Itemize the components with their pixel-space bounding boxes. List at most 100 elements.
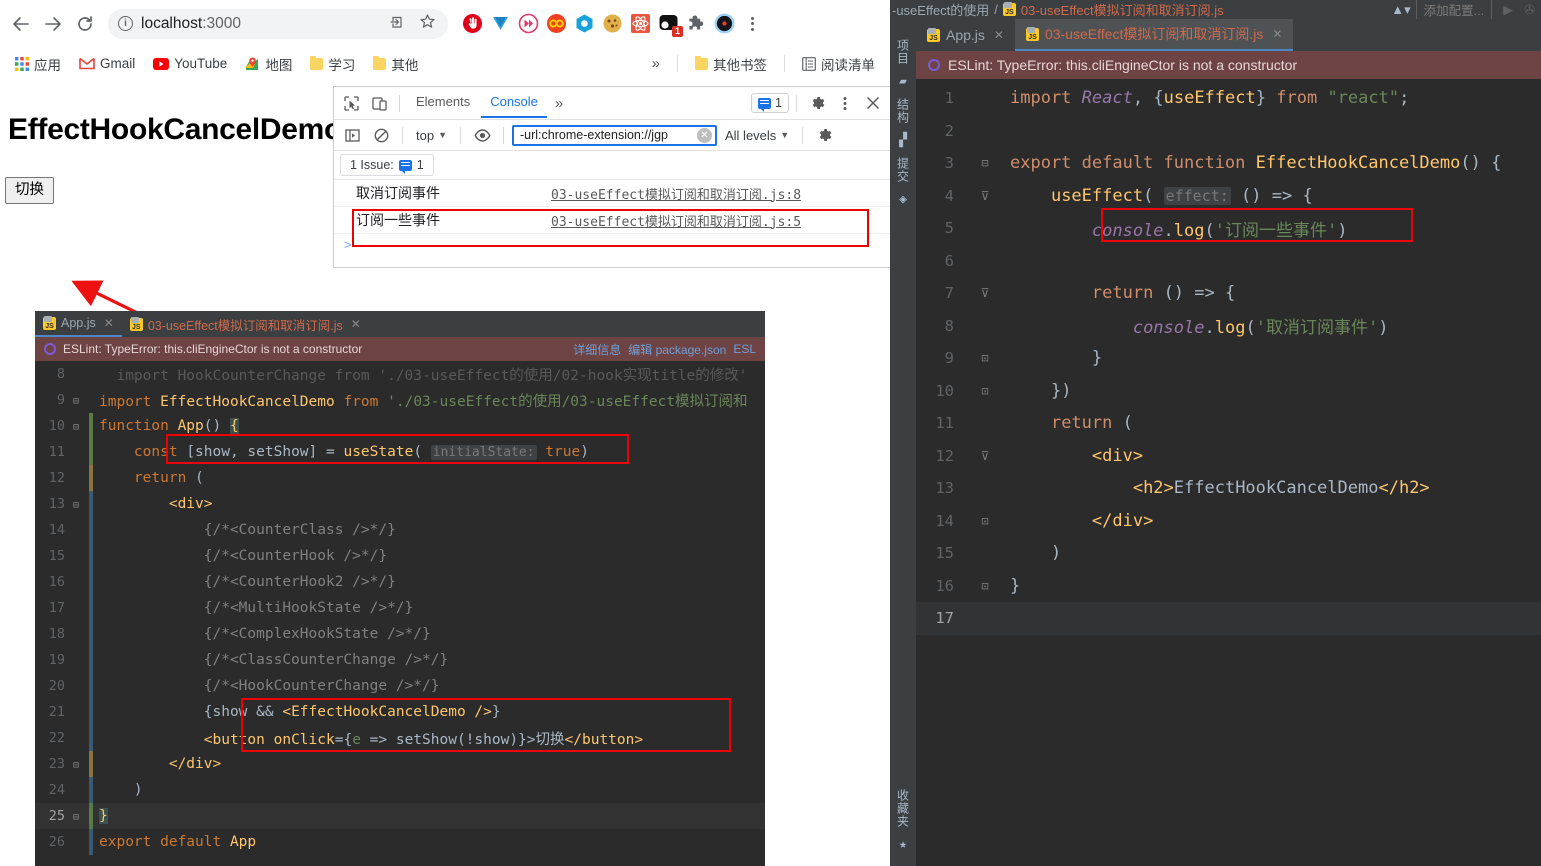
line-number: 3	[944, 154, 954, 173]
cookie-editor-extension-icon[interactable]	[602, 13, 623, 34]
devtools-menu-icon[interactable]	[832, 90, 858, 116]
video-speed-controller-icon[interactable]	[518, 13, 539, 34]
execution-context-selector[interactable]: top ▼	[411, 128, 452, 143]
eslint-message: ESLint: TypeError: this.cliEngineCtor is…	[63, 342, 363, 356]
infinity-extension-icon[interactable]	[546, 13, 567, 34]
line-text: useEffect( effect: () => {	[1050, 185, 1313, 206]
device-toolbar-icon[interactable]	[366, 90, 392, 116]
share-icon[interactable]	[386, 14, 408, 34]
settings-gear-icon[interactable]	[804, 90, 830, 116]
line-text: <div>	[1091, 445, 1144, 466]
breadcrumb-folder[interactable]: -useEffect的使用	[892, 0, 989, 19]
other-bookmarks-button[interactable]: 其他书签	[688, 51, 774, 77]
console-log-row[interactable]: 取消订阅事件 03-useEffect模拟订阅和取消订阅.js:8	[334, 180, 890, 207]
reload-icon[interactable]	[70, 9, 100, 39]
code-line: 15 {/*<CounterHook />*/}	[35, 543, 765, 569]
live-expression-eye-icon[interactable]	[469, 122, 495, 148]
fold-icon[interactable]: ⊽	[964, 449, 1006, 463]
bookmark-apps[interactable]: 应用	[8, 51, 68, 77]
fold-icon[interactable]: ⊽	[964, 189, 1006, 203]
js-file-icon: JS	[1002, 2, 1016, 16]
close-tab-icon[interactable]: ✕	[994, 28, 1004, 42]
console-filter-input[interactable]: -url:chrome-extension://jgp ✕	[512, 124, 717, 146]
close-tab-icon[interactable]: ✕	[1272, 27, 1282, 41]
console-prompt[interactable]: >	[334, 234, 890, 256]
profile-avatar[interactable]	[714, 13, 735, 34]
star-icon[interactable]: ★	[899, 837, 907, 866]
clear-console-icon[interactable]	[368, 122, 394, 148]
fold-icon[interactable]: ⊟	[964, 156, 1006, 170]
toggle-button[interactable]: 切换	[5, 177, 54, 204]
fold-icon[interactable]: ⊡	[964, 579, 1006, 593]
browser-menu-icon[interactable]	[741, 16, 763, 31]
issue-chip[interactable]: 1 Issue: 1	[340, 154, 434, 176]
tab-app-js[interactable]: JS App.js ✕	[916, 19, 1015, 51]
folder-icon[interactable]: ▰	[899, 74, 907, 89]
fold-icon[interactable]: ⊡	[964, 351, 1006, 365]
bookmark-star-icon[interactable]	[416, 13, 438, 34]
eslint-edit-package-link[interactable]: 编辑 package.json	[628, 341, 726, 358]
debug-icon[interactable]: ✇	[1524, 2, 1541, 18]
forward-icon[interactable]	[38, 9, 68, 39]
console-sidebar-toggle-icon[interactable]	[339, 122, 365, 148]
log-source-link[interactable]: 03-useEffect模拟订阅和取消订阅.js:5	[551, 211, 801, 230]
log-source-link[interactable]: 03-useEffect模拟订阅和取消订阅.js:8	[551, 184, 801, 203]
embedded-tab-app-js[interactable]: JS App.js ✕	[35, 311, 122, 337]
bookmark-youtube[interactable]: YouTube	[146, 53, 234, 74]
tampermonkey-extension-icon[interactable]: 1	[658, 13, 683, 37]
puzzle-extensions-icon[interactable]	[686, 13, 707, 34]
ide-breadcrumb-toolbar: -useEffect的使用 / JS 03-useEffect模拟订阅和取消订阅…	[890, 0, 1541, 19]
rail-item-favorites[interactable]: 收藏夹	[895, 789, 912, 828]
console-log-row[interactable]: 订阅一些事件 03-useEffect模拟订阅和取消订阅.js:5	[334, 207, 890, 234]
site-info-icon[interactable]: i	[118, 16, 133, 31]
reading-list-button[interactable]: 阅读清单	[795, 51, 882, 77]
address-bar[interactable]: i localhost:3000	[108, 8, 448, 39]
clear-filter-icon[interactable]: ✕	[697, 127, 712, 143]
rail-item-project[interactable]: 项目	[895, 39, 912, 65]
log-levels-selector[interactable]: All levels ▼	[720, 128, 794, 143]
back-icon[interactable]	[6, 9, 36, 39]
bookmark-maps[interactable]: 地图	[238, 51, 299, 77]
adblock-extension-icon[interactable]	[462, 13, 483, 34]
ide-code-area[interactable]: 1 import React, {useEffect} from "react"…	[916, 79, 1541, 866]
eslint-details-link[interactable]: 详细信息	[573, 341, 621, 358]
inspect-element-icon[interactable]	[338, 90, 364, 116]
more-tabs-icon[interactable]: »	[549, 95, 569, 112]
commit-icon[interactable]: ◈	[899, 192, 907, 207]
tab-useeffect-js[interactable]: JS 03-useEffect模拟订阅和取消订阅.js ✕	[1014, 19, 1294, 51]
fold-icon[interactable]: ⊽	[964, 286, 1006, 300]
eslint-more-link[interactable]: ESL	[733, 342, 756, 356]
run-icon[interactable]: ▶	[1497, 2, 1519, 18]
divider	[796, 94, 797, 112]
add-configuration-button[interactable]: 添加配置...	[1415, 0, 1493, 19]
embedded-code-area[interactable]: 8 import HookCounterChange from './03-us…	[35, 361, 765, 866]
console-settings-gear-icon[interactable]	[811, 122, 837, 148]
issues-counter-button[interactable]: 1	[751, 93, 789, 113]
embedded-tab-useeffect-js[interactable]: JS 03-useEffect模拟订阅和取消订阅.js ✕	[122, 311, 369, 337]
bookmark-folder-study[interactable]: 学习	[303, 51, 362, 77]
js-file-icon: JS	[927, 27, 940, 42]
fold-icon[interactable]: ⊡	[964, 384, 1006, 398]
structure-icon[interactable]: ▞	[899, 133, 907, 148]
tab-elements[interactable]: Elements	[407, 88, 479, 118]
rail-item-commit[interactable]: 提交	[895, 157, 912, 183]
react-devtools-extension-icon[interactable]	[630, 13, 651, 34]
extension-badge-count: 1	[672, 26, 683, 37]
octotree-extension-icon[interactable]	[574, 13, 595, 34]
issue-chip-count: 1	[416, 158, 424, 172]
folder-icon	[695, 55, 708, 70]
bookmark-folder-other[interactable]: 其他	[366, 51, 425, 77]
fold-icon[interactable]: ⊡	[964, 514, 1006, 528]
bookmark-gmail[interactable]: Gmail	[72, 53, 142, 74]
vimium-extension-icon[interactable]	[490, 13, 511, 34]
close-tab-icon[interactable]: ✕	[104, 316, 114, 330]
code-line: 8 import HookCounterChange from './03-us…	[35, 361, 765, 387]
bookmark-label: 应用	[34, 57, 61, 73]
tab-console[interactable]: Console	[481, 88, 547, 118]
close-tab-icon[interactable]: ✕	[351, 317, 361, 331]
close-devtools-icon[interactable]	[860, 90, 886, 116]
bookmarks-overflow-icon[interactable]: »	[645, 55, 667, 72]
breadcrumb-file[interactable]: 03-useEffect模拟订阅和取消订阅.js	[1021, 0, 1224, 19]
rail-item-structure[interactable]: 结构	[895, 98, 912, 124]
user-account-icon[interactable]: ▲▾	[1391, 2, 1410, 18]
